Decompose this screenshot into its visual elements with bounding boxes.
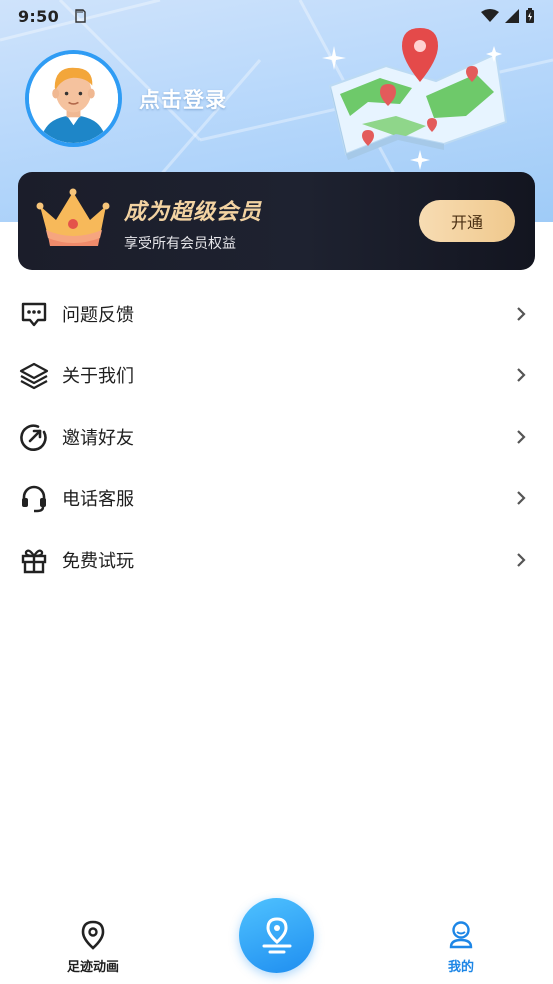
menu-item-label: 问题反馈 — [62, 304, 134, 326]
signal-icon — [505, 9, 519, 23]
gift-icon — [18, 544, 49, 575]
tab-mine[interactable]: 我的 — [420, 920, 502, 975]
tab-label: 我的 — [447, 960, 474, 975]
vip-membership-card[interactable]: 成为超级会员 享受所有会员权益 开通 — [18, 172, 535, 270]
wifi-icon — [481, 9, 499, 22]
menu-item-invite[interactable]: 邀请好友 — [0, 406, 553, 468]
settings-menu: 问题反馈 关于我们 邀请好友 电话客服 免费试玩 — [0, 283, 553, 591]
menu-item-label: 免费试玩 — [62, 550, 134, 572]
status-icons — [481, 8, 535, 24]
chevron-right-icon — [517, 306, 526, 321]
chevron-right-icon — [517, 552, 526, 567]
menu-item-phone-support[interactable]: 电话客服 — [0, 468, 553, 530]
layers-icon — [18, 360, 49, 391]
menu-item-feedback[interactable]: 问题反馈 — [0, 283, 553, 345]
vip-title: 成为超级会员 — [124, 200, 263, 225]
login-prompt[interactable]: 点击登录 — [139, 84, 227, 114]
avatar[interactable] — [25, 50, 122, 147]
map-location-icon — [262, 916, 291, 953]
menu-item-about[interactable]: 关于我们 — [0, 345, 553, 407]
battery-icon — [526, 8, 534, 23]
map-illustration — [322, 28, 508, 170]
location-pin-icon — [81, 920, 105, 950]
chevron-right-icon — [517, 368, 526, 383]
vip-subtitle: 享受所有会员权益 — [124, 236, 236, 252]
menu-item-label: 邀请好友 — [62, 427, 134, 449]
activate-vip-button[interactable]: 开通 — [419, 200, 515, 242]
center-map-button[interactable] — [239, 898, 314, 973]
invite-refresh-icon — [18, 421, 49, 452]
sd-card-icon — [75, 9, 86, 23]
menu-item-free-trial[interactable]: 免费试玩 — [0, 529, 553, 591]
status-bar: 9:50 — [0, 0, 553, 32]
tab-label: 足迹动画 — [66, 960, 119, 975]
tab-footprint-animation[interactable]: 足迹动画 — [52, 920, 134, 975]
menu-item-label: 电话客服 — [62, 489, 134, 511]
chevron-right-icon — [517, 491, 526, 506]
user-icon — [449, 921, 473, 949]
menu-item-label: 关于我们 — [62, 366, 134, 388]
avatar-illustration — [29, 54, 118, 143]
profile-page: 9:50 点击登录 成为超级会员 享受所有会员权益 开通 问题反馈 关于我们 邀… — [0, 0, 553, 984]
status-time: 9:50 — [18, 6, 59, 26]
headset-icon — [18, 483, 49, 514]
chevron-right-icon — [517, 429, 526, 444]
crown-icon — [36, 188, 110, 246]
feedback-chat-icon — [18, 298, 49, 329]
